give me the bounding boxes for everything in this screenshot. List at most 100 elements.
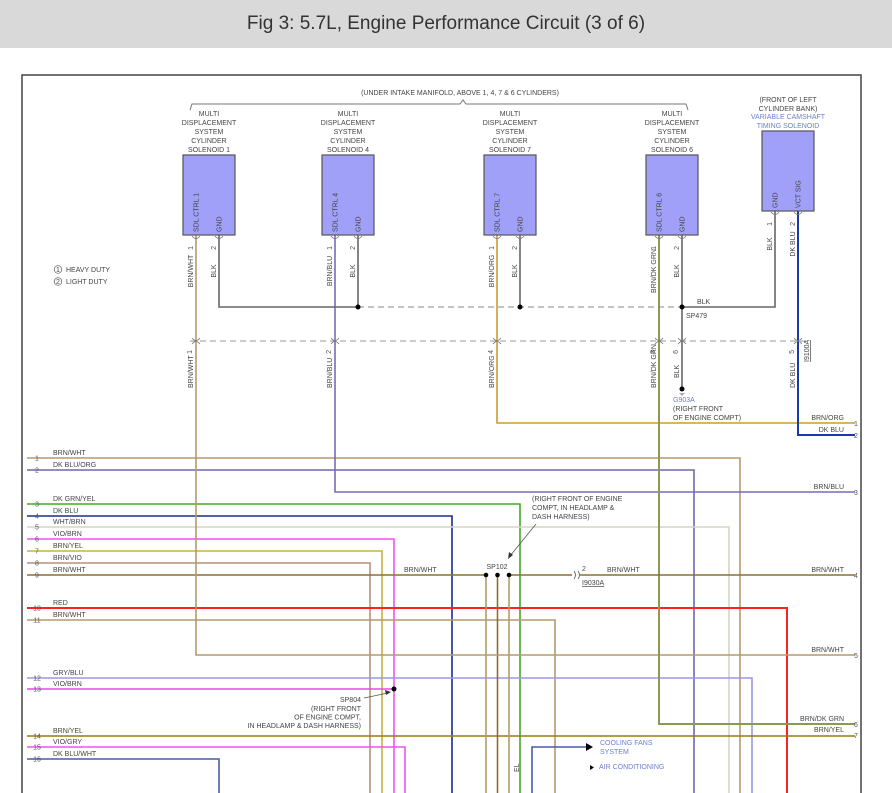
connector-wire-label: BLK bbox=[674, 364, 681, 378]
right-wire-number: 5 bbox=[854, 653, 858, 660]
bus-wire-label: BLK bbox=[697, 299, 711, 306]
sp804-note: OF ENGINE COMPT, bbox=[294, 715, 361, 722]
pin-label: GND bbox=[773, 192, 780, 208]
pin-wire-label: BRN/BLU bbox=[327, 256, 334, 286]
connector-wire-label: BRN/BLU bbox=[327, 358, 334, 388]
component-name: SOLENOID 4 bbox=[327, 147, 369, 154]
connector-pin-number: 5 bbox=[789, 350, 796, 354]
sp102-dot bbox=[495, 572, 500, 578]
connector-wire-label: BRN/DK GRN bbox=[651, 344, 658, 388]
wire-color-label: DK BLU/ORG bbox=[53, 462, 96, 469]
right-wire-label: BRN/WHT bbox=[811, 567, 844, 574]
pin-number: 2 bbox=[211, 246, 218, 250]
right-wire-label: BRN/DK GRN bbox=[800, 716, 844, 723]
inline-connector-id: I9030A bbox=[582, 580, 605, 587]
location-brace bbox=[189, 99, 689, 111]
pin-number: 2 bbox=[790, 222, 797, 226]
wire-brn-wht-sol1 bbox=[195, 235, 855, 656]
component-name: CYLINDER bbox=[191, 138, 226, 145]
legend-mark: 1 bbox=[56, 267, 60, 274]
arrow-head-icon bbox=[385, 690, 391, 695]
connector-wire-label: BRN/WHT bbox=[188, 355, 195, 388]
wire-number: 16 bbox=[33, 757, 41, 764]
wire-number: 15 bbox=[33, 745, 41, 752]
connector-pin-number: 6 bbox=[673, 350, 680, 354]
wiring-diagram: (UNDER INTAKE MANIFOLD, ABOVE 1, 4, 7 & … bbox=[21, 74, 862, 793]
sp804-arrow bbox=[363, 692, 389, 699]
pin-wire-label: DK BLU bbox=[790, 231, 797, 256]
solenoid-box bbox=[761, 130, 815, 212]
right-wire-number: 7 bbox=[854, 733, 858, 740]
component-name: SOLENOID 6 bbox=[651, 147, 693, 154]
wire-color-label: BRN/WHT bbox=[53, 567, 86, 574]
pin-wire-label: BRN/WHT bbox=[188, 254, 195, 287]
component-name: VARIABLE CAMSHAFT bbox=[751, 114, 826, 121]
wire-color-label: DK BLU bbox=[53, 508, 78, 515]
wire-number: 2 bbox=[35, 468, 39, 475]
right-wire-number: 6 bbox=[854, 722, 858, 729]
harness-wire-10 bbox=[27, 607, 788, 793]
arrow-right-icon bbox=[590, 765, 594, 770]
ground-location: (RIGHT FRONT bbox=[673, 406, 724, 413]
pin-wire-label: BLK bbox=[211, 264, 218, 278]
pin-label: SDL CTRL 4 bbox=[333, 193, 340, 232]
component-name: SOLENOID 1 bbox=[188, 147, 230, 154]
diagram-frame bbox=[21, 74, 862, 793]
component-name: SYSTEM bbox=[334, 129, 363, 136]
location-note: (UNDER INTAKE MANIFOLD, ABOVE 1, 4, 7 & … bbox=[361, 90, 559, 97]
right-wire-number: 4 bbox=[854, 573, 858, 580]
pin-number: 2 bbox=[350, 246, 357, 250]
wire-color-label: DK BLU/WHT bbox=[53, 751, 97, 758]
sp804-note: (RIGHT FRONT bbox=[311, 706, 362, 713]
sp102-dot bbox=[506, 572, 512, 578]
sp102-dot bbox=[483, 572, 489, 578]
sp804-note: IN HEADLAMP & DASH HARNESS) bbox=[248, 723, 361, 730]
pin-label: VCT SIG bbox=[796, 180, 803, 208]
ground-id: G903A bbox=[673, 397, 695, 404]
sp102-label: SP102 bbox=[486, 564, 507, 571]
wire-number: 14 bbox=[33, 734, 41, 741]
wire-color-label: RED bbox=[53, 600, 68, 607]
component-name: SOLENOID 7 bbox=[489, 147, 531, 154]
wire-dk-blu-vct bbox=[797, 211, 855, 436]
pin-label: GND bbox=[356, 216, 363, 232]
ref-cooling-fans: COOLING FANS bbox=[600, 740, 653, 747]
component-name: TIMING SOLENOID bbox=[757, 123, 820, 130]
wire-color-label: BRN/VIO bbox=[53, 555, 82, 562]
right-wire-number: 1 bbox=[854, 421, 858, 428]
pin-wire-label: BLK bbox=[350, 264, 357, 278]
connector-pin-number: 1 bbox=[187, 350, 194, 354]
wire-brn-org-sol7 bbox=[496, 235, 855, 424]
splice-dot bbox=[355, 304, 361, 310]
pin-wire-label: BLK bbox=[512, 264, 519, 278]
harness-wire-2 bbox=[27, 469, 695, 793]
component-name: DISPLACEMENT bbox=[645, 120, 700, 127]
wire-color-label: DK GRN/YEL bbox=[53, 496, 96, 503]
wire-color-label: VIO/BRN bbox=[53, 531, 82, 538]
sp102-note: (RIGHT FRONT OF ENGINE bbox=[532, 496, 623, 503]
pin-number: 1 bbox=[327, 246, 334, 250]
right-wire-label: BRN/BLU bbox=[814, 484, 844, 491]
component-name: SYSTEM bbox=[658, 129, 687, 136]
wire-blk-sol1 bbox=[218, 235, 358, 308]
right-wire-label: BRN/ORG bbox=[811, 415, 844, 422]
splice-dot bbox=[517, 304, 523, 310]
wire-number: 5 bbox=[35, 525, 39, 532]
pin-label: SDL CTRL 7 bbox=[495, 193, 502, 232]
pin-label: SDL CTRL 1 bbox=[194, 193, 201, 232]
legend-label: HEAVY DUTY bbox=[66, 267, 110, 274]
component-name: DISPLACEMENT bbox=[182, 120, 237, 127]
pin-label: GND bbox=[518, 216, 525, 232]
solenoid-box bbox=[182, 154, 236, 236]
wire-number: 8 bbox=[35, 561, 39, 568]
ground-icon bbox=[679, 393, 685, 396]
ref-cooling-fans: SYSTEM bbox=[600, 749, 629, 756]
connector-pin-number: 4 bbox=[488, 350, 495, 354]
right-wire-number: 3 bbox=[854, 490, 858, 497]
wire-number: 13 bbox=[33, 687, 41, 694]
wire-number: 4 bbox=[35, 514, 39, 521]
wire-number: 12 bbox=[33, 676, 41, 683]
pin-label: GND bbox=[680, 216, 687, 232]
sp102-note: DASH HARNESS) bbox=[532, 514, 590, 521]
wire-label: BRN/WHT bbox=[607, 567, 640, 574]
